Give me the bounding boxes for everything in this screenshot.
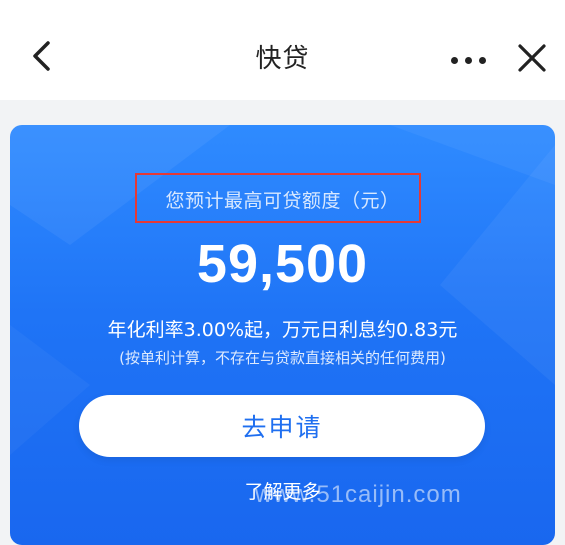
close-button[interactable] [508,34,556,82]
credit-limit-amount: 59,500 [196,234,369,294]
interest-rate-text: 年化利率3.00%起，万元日利息约0.83元 [107,319,458,341]
watermark-text: www.51caijin.com [255,481,462,508]
close-icon [518,44,546,72]
apply-button[interactable]: 去申请 [79,395,485,457]
more-dots-icon [450,56,458,64]
top-nav-bar: 快贷 [0,0,565,100]
credit-limit-label: 您预计最高可贷额度（元） [165,190,400,212]
interest-note: (按单利计算，不存在与贷款直接相关的任何费用) [119,349,446,367]
more-options-button[interactable] [446,40,490,80]
